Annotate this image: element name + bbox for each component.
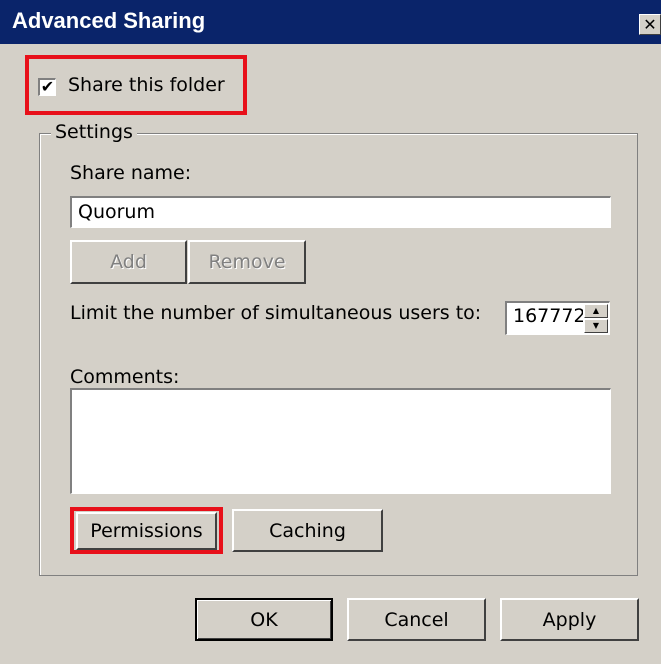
checkmark-icon: ✔ (40, 77, 55, 96)
remove-button[interactable]: Remove (188, 240, 306, 284)
share-name-label: Share name: (70, 162, 192, 184)
ok-button[interactable]: OK (195, 598, 333, 641)
user-limit-value[interactable]: 16777216 (513, 305, 583, 327)
user-limit-spinner[interactable]: 16777216 ▲ ▼ (505, 301, 610, 335)
settings-group-label: Settings (51, 121, 137, 143)
close-button[interactable]: ✕ (639, 14, 661, 35)
limit-users-label: Limit the number of simultaneous users t… (70, 302, 482, 324)
share-folder-label[interactable]: Share this folder (68, 74, 225, 96)
comments-label: Comments: (70, 366, 180, 388)
window-title: Advanced Sharing (12, 8, 206, 33)
share-name-input[interactable]: Quorum (70, 196, 611, 228)
comments-textarea[interactable] (70, 388, 611, 494)
spin-up-icon[interactable]: ▲ (584, 304, 608, 318)
apply-button[interactable]: Apply (500, 598, 639, 641)
close-icon: ✕ (643, 15, 657, 34)
share-folder-checkbox[interactable]: ✔ (38, 78, 56, 96)
caching-button[interactable]: Caching (232, 509, 383, 552)
spin-down-icon[interactable]: ▼ (584, 319, 608, 333)
title-bar[interactable]: Advanced Sharing ✕ (0, 0, 661, 44)
permissions-button[interactable]: Permissions (76, 512, 217, 550)
cancel-button[interactable]: Cancel (347, 598, 486, 641)
add-button[interactable]: Add (70, 240, 187, 284)
